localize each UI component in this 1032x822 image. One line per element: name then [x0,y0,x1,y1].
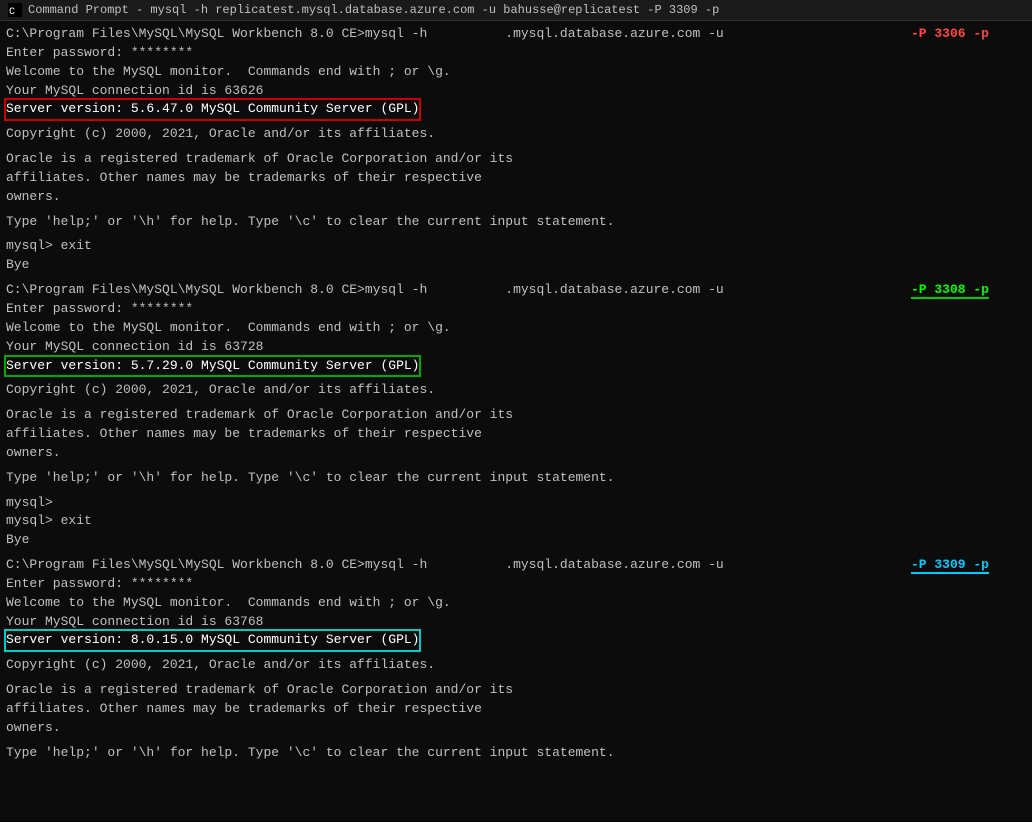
exit-prompt-2: mysql> exit [6,512,1026,531]
help-line-3: Type 'help;' or '\h' for help. Type '\c'… [6,744,1026,763]
welcome-line-3a: Welcome to the MySQL monitor. Commands e… [6,594,1026,613]
connect-line-2: C:\Program Files\MySQL\MySQL Workbench 8… [6,281,1026,300]
connect-line-3: C:\Program Files\MySQL\MySQL Workbench 8… [6,556,1026,575]
help-line-1: Type 'help;' or '\h' for help. Type '\c'… [6,213,1026,232]
title-bar-label: Command Prompt - mysql -h replicatest.my… [28,3,719,17]
bye-1: Bye [6,256,1026,275]
connection-id-2: Your MySQL connection id is 63728 [6,338,1026,357]
port-3306: -P 3306 -p [911,26,989,41]
oracle-1c: owners. [6,188,1026,207]
title-bar: C Command Prompt - mysql -h replicatest.… [0,0,1032,21]
server-version-badge-1: Server version: 5.6.47.0 MySQL Community… [6,100,419,119]
svg-text:C: C [9,7,15,17]
copyright-2a: Copyright (c) 2000, 2021, Oracle and/or … [6,381,1026,400]
copyright-3a: Copyright (c) 2000, 2021, Oracle and/or … [6,656,1026,675]
oracle-2b: affiliates. Other names may be trademark… [6,425,1026,444]
welcome-line-2a: Welcome to the MySQL monitor. Commands e… [6,319,1026,338]
cmd-icon: C [8,3,22,17]
connect-line-1: C:\Program Files\MySQL\MySQL Workbench 8… [6,25,1026,44]
bye-2: Bye [6,531,1026,550]
oracle-2c: owners. [6,444,1026,463]
mysql-prompt-2: mysql> [6,494,1026,513]
connection-id-1: Your MySQL connection id is 63626 [6,82,1026,101]
password-line-1: Enter password: ******** [6,44,1026,63]
password-line-3: Enter password: ******** [6,575,1026,594]
password-line-2: Enter password: ******** [6,300,1026,319]
welcome-line-1a: Welcome to the MySQL monitor. Commands e… [6,63,1026,82]
port-3308: -P 3308 -p [911,282,989,299]
server-version-badge-3: Server version: 8.0.15.0 MySQL Community… [6,631,419,650]
server-version-badge-2: Server version: 5.7.29.0 MySQL Community… [6,357,419,376]
port-3309: -P 3309 -p [911,557,989,574]
copyright-1a: Copyright (c) 2000, 2021, Oracle and/or … [6,125,1026,144]
server-version-2: Server version: 5.7.29.0 MySQL Community… [6,357,1026,376]
help-line-2: Type 'help;' or '\h' for help. Type '\c'… [6,469,1026,488]
oracle-1b: affiliates. Other names may be trademark… [6,169,1026,188]
server-version-3: Server version: 8.0.15.0 MySQL Community… [6,631,1026,650]
exit-prompt-1: mysql> exit [6,237,1026,256]
oracle-3a: Oracle is a registered trademark of Orac… [6,681,1026,700]
oracle-2a: Oracle is a registered trademark of Orac… [6,406,1026,425]
oracle-1a: Oracle is a registered trademark of Orac… [6,150,1026,169]
terminal: C:\Program Files\MySQL\MySQL Workbench 8… [0,21,1032,821]
oracle-3b: affiliates. Other names may be trademark… [6,700,1026,719]
connection-id-3: Your MySQL connection id is 63768 [6,613,1026,632]
oracle-3c: owners. [6,719,1026,738]
server-version-1: Server version: 5.6.47.0 MySQL Community… [6,100,1026,119]
